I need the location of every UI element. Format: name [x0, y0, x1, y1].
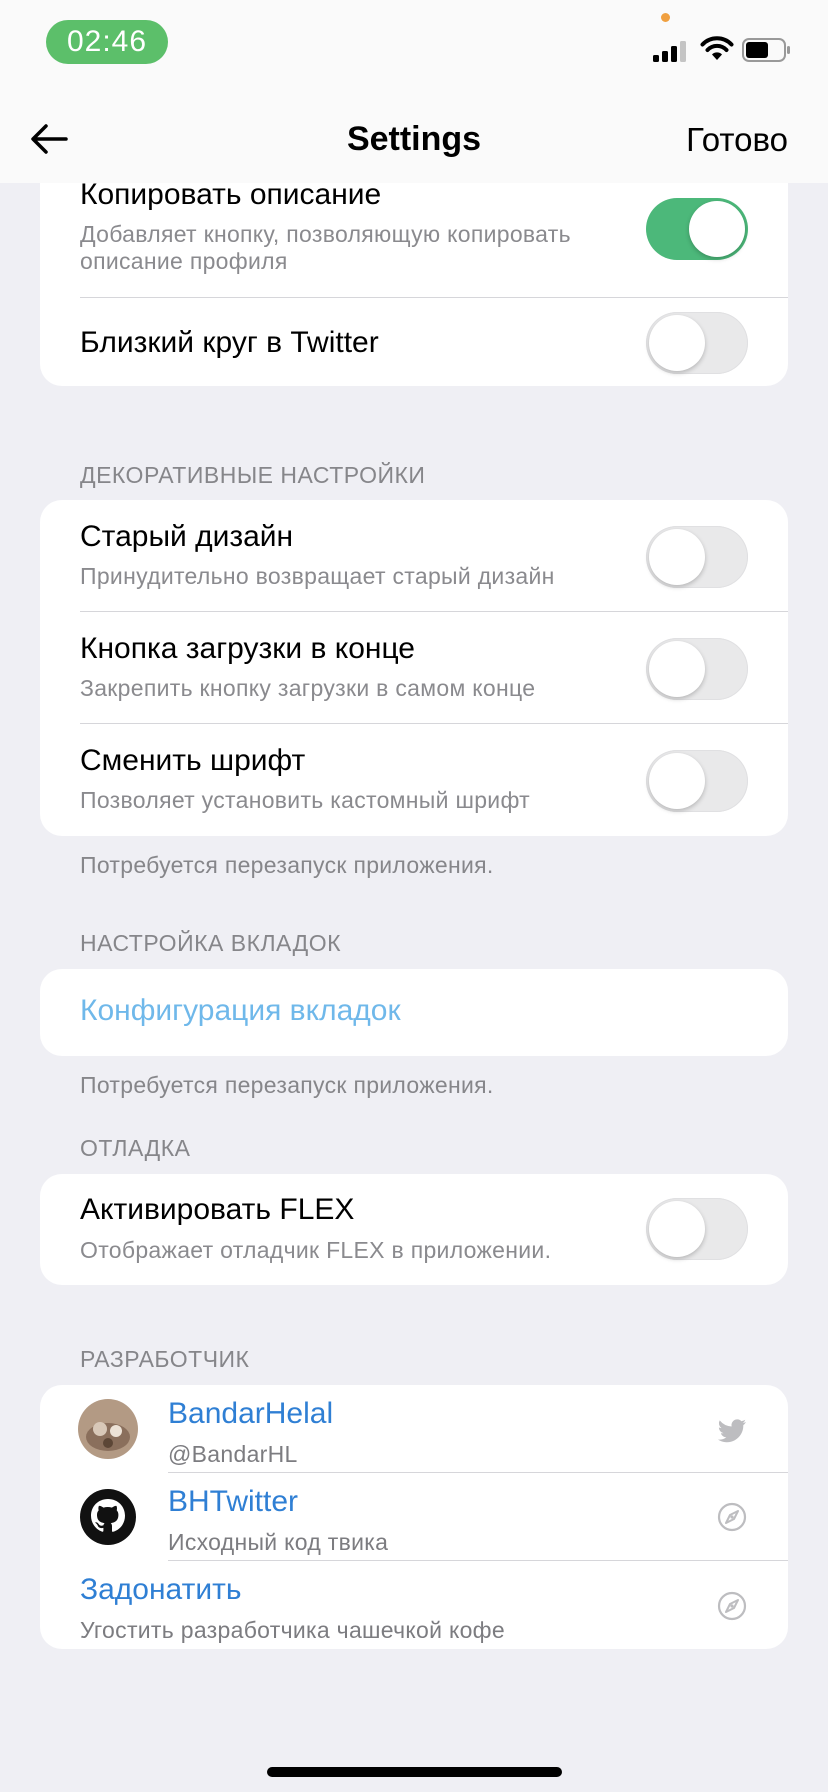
- row-title: Близкий круг в Twitter: [80, 326, 379, 359]
- done-button[interactable]: Готово: [686, 121, 788, 159]
- row-title: Кнопка загрузки в конце: [80, 632, 415, 665]
- flex-toggle[interactable]: [646, 1198, 748, 1260]
- toggle-knob: [649, 1201, 705, 1257]
- download-button-end-toggle[interactable]: [646, 638, 748, 700]
- home-indicator[interactable]: [267, 1767, 562, 1777]
- divider: [168, 1472, 788, 1473]
- decorative-section-header: ДЕКОРАТИВНЫЕ НАСТРОЙКИ: [80, 462, 426, 488]
- divider: [168, 1560, 788, 1561]
- top-bar: 02:46 Settings Готово: [0, 0, 828, 183]
- row-subtitle: Позволяет установить кастомный шрифт: [80, 787, 531, 813]
- decorative-section-footer: Потребуется перезапуск приложения.: [80, 852, 494, 878]
- donate-subtitle: Угостить разработчика чашечкой кофе: [80, 1617, 505, 1643]
- debug-card: Активировать FLEX Отображает отладчик FL…: [40, 1174, 788, 1285]
- row-title: Старый дизайн: [80, 520, 294, 553]
- row-title: Активировать FLEX: [80, 1193, 355, 1226]
- tabs-section-footer: Потребуется перезапуск приложения.: [80, 1072, 494, 1098]
- toggle-knob: [689, 201, 745, 257]
- developer-section-header: РАЗРАБОТЧИК: [80, 1346, 250, 1372]
- wifi-icon: [700, 36, 734, 60]
- avatar: [78, 1399, 138, 1459]
- developer-subtitle: Исходный код твика: [168, 1529, 389, 1555]
- close-friends-toggle[interactable]: [646, 312, 748, 374]
- divider: [80, 611, 788, 612]
- toggle-knob: [649, 753, 705, 809]
- compass-icon: [717, 1591, 747, 1621]
- row-subtitle: Добавляет кнопку, позволяющую копировать…: [80, 221, 571, 274]
- developer-card: BandarHelal @BandarHL BHTwitter Исходный…: [40, 1385, 788, 1649]
- developer-name[interactable]: BandarHelal: [168, 1397, 333, 1431]
- old-design-toggle[interactable]: [646, 526, 748, 588]
- status-time: 02:46: [46, 20, 168, 64]
- github-logo-icon: [78, 1487, 138, 1547]
- row-subtitle: Закрепить кнопку загрузки в самом конце: [80, 675, 536, 701]
- privacy-indicator-dot: [661, 13, 670, 22]
- general-settings-card: Копировать описание Добавляет кнопку, по…: [40, 150, 788, 386]
- toggle-knob: [649, 529, 705, 585]
- row-subtitle: Принудительно возвращает старый дизайн: [80, 563, 555, 589]
- developer-handle: @BandarHL: [168, 1441, 298, 1467]
- decorative-settings-card: Старый дизайн Принудительно возвращает с…: [40, 500, 788, 836]
- compass-icon: [717, 1502, 747, 1532]
- developer-name[interactable]: BHTwitter: [168, 1485, 298, 1519]
- battery-icon: [742, 38, 790, 62]
- row-title: Копировать описание: [80, 178, 382, 211]
- change-font-toggle[interactable]: [646, 750, 748, 812]
- toggle-knob: [649, 641, 705, 697]
- divider: [80, 723, 788, 724]
- toggle-knob: [649, 315, 705, 371]
- tabs-card: Конфигурация вкладок: [40, 969, 788, 1056]
- tabs-configuration-link[interactable]: Конфигурация вкладок: [80, 994, 401, 1028]
- debug-section-header: ОТЛАДКА: [80, 1135, 191, 1161]
- cellular-signal-icon: [653, 41, 686, 62]
- tabs-section-header: НАСТРОЙКА ВКЛАДОК: [80, 930, 342, 956]
- row-title: Сменить шрифт: [80, 744, 306, 777]
- twitter-bird-icon: [718, 1419, 746, 1443]
- row-subtitle: Отображает отладчик FLEX в приложении.: [80, 1237, 552, 1263]
- divider: [80, 297, 788, 298]
- copy-description-toggle[interactable]: [646, 198, 748, 260]
- donate-link[interactable]: Задонатить: [80, 1573, 241, 1607]
